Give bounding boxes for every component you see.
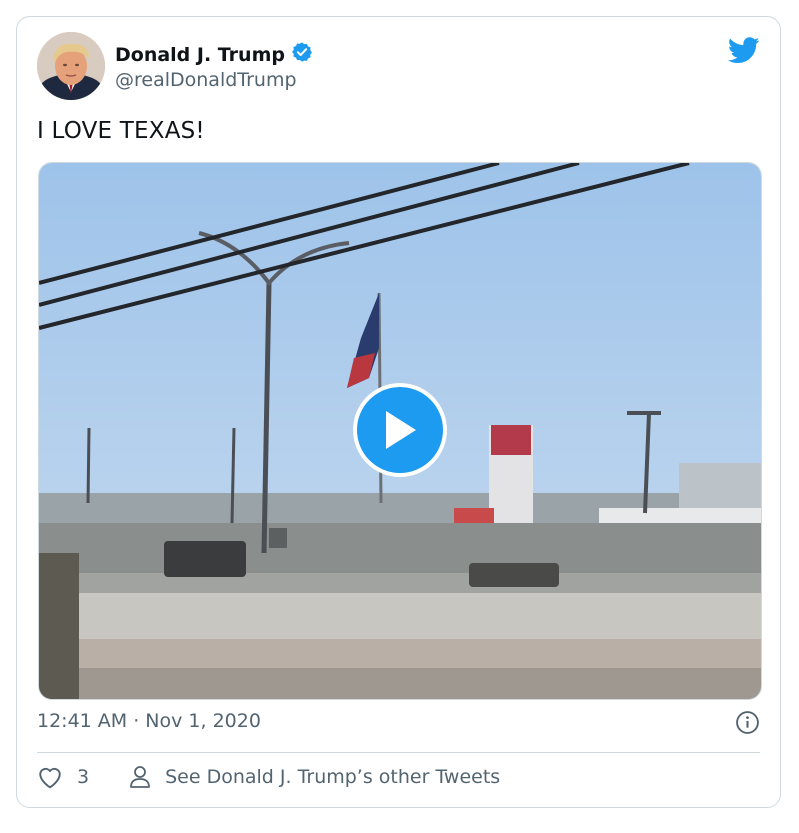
- tweet-text: I LOVE TEXAS!: [37, 118, 205, 144]
- see-other-tweets-label[interactable]: See Donald J. Trump’s other Tweets: [165, 766, 500, 788]
- heart-icon: [39, 767, 61, 789]
- author-name-row[interactable]: Donald J. Trump: [115, 41, 313, 68]
- author-handle[interactable]: @realDonaldTrump: [115, 69, 297, 91]
- like-count: 3: [77, 766, 90, 788]
- see-other-tweets-link[interactable]: See Donald J. Trump’s other Tweets: [129, 765, 500, 789]
- twitter-bird-icon[interactable]: [727, 37, 760, 68]
- tweet-timestamp[interactable]: 12:41 AM · Nov 1, 2020: [37, 710, 261, 732]
- person-icon: [130, 766, 150, 788]
- info-icon[interactable]: [735, 710, 760, 735]
- tweet-card: Donald J. Trump @realDonaldTrump I LOVE …: [16, 16, 781, 808]
- avatar[interactable]: [37, 32, 105, 100]
- divider: [37, 752, 760, 753]
- play-button[interactable]: [353, 383, 447, 477]
- author-name[interactable]: Donald J. Trump: [115, 44, 285, 66]
- play-icon: [386, 411, 416, 449]
- like-button[interactable]: 3: [37, 765, 89, 789]
- video-player[interactable]: [38, 162, 762, 700]
- verified-badge-icon: [291, 41, 313, 68]
- tweet-actions: 3 See Donald J. Trump’s other Tweets: [37, 765, 500, 789]
